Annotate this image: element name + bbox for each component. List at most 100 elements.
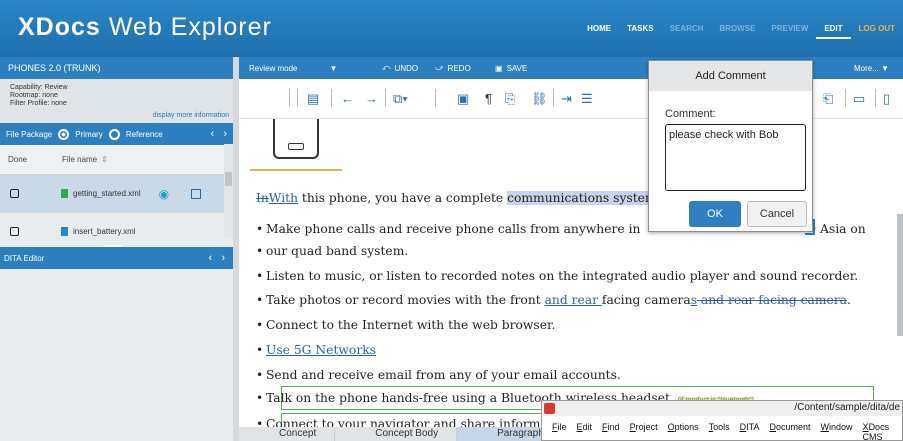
- file-icon: [61, 227, 68, 236]
- scroll-thumb[interactable]: [225, 172, 232, 186]
- intro-paragraph[interactable]: InWith this phone, you have a complete c…: [256, 191, 657, 205]
- map-icon[interactable]: ⎗: [823, 91, 833, 107]
- undo-icon: ⤺: [382, 63, 391, 72]
- arrow-right-icon[interactable]: →: [365, 91, 378, 106]
- json-icon[interactable]: ▭: [853, 91, 865, 107]
- more-info-link[interactable]: display more information: [153, 112, 229, 120]
- open-icon[interactable]: [191, 188, 202, 199]
- done-checkbox[interactable]: [10, 227, 19, 236]
- app-header: XDocs Web Explorer HOME TASKS SEARCH BROW…: [0, 0, 903, 57]
- separator: [297, 89, 298, 107]
- list-item[interactable]: Send and receive email from any of your …: [256, 368, 621, 382]
- document-scrollbar[interactable]: [897, 214, 903, 336]
- breadcrumb-item[interactable]: Concept Body: [335, 427, 458, 441]
- file-name[interactable]: insert_battery.xml: [73, 227, 136, 236]
- done-checkbox[interactable]: [10, 189, 19, 198]
- nav-edit[interactable]: EDIT: [816, 20, 851, 39]
- save-button[interactable]: ▣ SAVE: [495, 64, 527, 73]
- deleted-text[interactable]: In: [256, 191, 269, 205]
- resize-handle[interactable]: [104, 245, 122, 247]
- menu-edit[interactable]: Edit: [577, 422, 593, 441]
- menu-tools[interactable]: Tools: [709, 422, 730, 441]
- link-icon[interactable]: ⛓: [531, 91, 548, 107]
- list-item-end[interactable]: Asia on: [810, 222, 866, 236]
- rootmap-text: Rootmap: none: [10, 92, 58, 99]
- nav-browse[interactable]: BROWSE: [711, 20, 763, 39]
- arrow-left-icon[interactable]: ←: [341, 91, 354, 106]
- file-list-scrollbar[interactable]: [224, 144, 233, 238]
- nav-home[interactable]: HOME: [579, 20, 619, 39]
- menu-bar: File Edit Find Project Options Tools DIT…: [542, 416, 902, 441]
- list-item[interactable]: Use 5G Networks: [256, 343, 376, 357]
- copy-icon[interactable]: ⧉▾: [393, 91, 408, 107]
- sort-icon[interactable]: ⇕: [101, 155, 108, 164]
- dita-editor-bar: DITA Editor ‹ ›: [0, 245, 233, 269]
- inserted-text[interactable]: With: [269, 191, 298, 205]
- file-package-label: File Package: [6, 129, 53, 139]
- menu-find[interactable]: Find: [602, 422, 620, 441]
- file-name[interactable]: getting_started.xml: [73, 189, 141, 198]
- window-path: /Content/sample/dita/de: [794, 402, 900, 413]
- col-filename[interactable]: File name: [62, 155, 97, 164]
- nav-logout[interactable]: LOG OUT: [851, 20, 903, 39]
- oxygen-logo-icon: [544, 403, 555, 414]
- file-row[interactable]: getting_started.xml ◉: [0, 175, 233, 213]
- window-titlebar[interactable]: /Content/sample/dita/de: [542, 401, 902, 416]
- list-icon[interactable]: ☰: [581, 91, 593, 107]
- review-mode-select[interactable]: Review mode ▼: [249, 64, 337, 73]
- undo-button[interactable]: ⤺ UNDO: [382, 63, 418, 73]
- highlighted-comment-text[interactable]: communications system: [507, 191, 657, 205]
- scroll-thumb[interactable]: [897, 214, 903, 336]
- breadcrumb-item[interactable]: Concept: [239, 427, 336, 441]
- breadcrumb: Concept Concept Body Paragraph: [239, 427, 563, 441]
- image-icon[interactable]: ▣: [457, 91, 469, 107]
- phone-icon: [273, 119, 319, 159]
- add-comment-dialog: Add Comment Comment: please check with B…: [648, 60, 813, 232]
- nav-arrows-icon[interactable]: ‹ ›: [209, 252, 226, 264]
- nav-tasks[interactable]: TASKS: [619, 20, 662, 39]
- list-item[interactable]: Connect to the Internet with the web bro…: [256, 318, 555, 332]
- list-item[interactable]: Take photos or record movies with the fr…: [256, 293, 851, 307]
- link-text[interactable]: Use 5G Networks: [266, 343, 376, 357]
- separator: [331, 89, 332, 107]
- comment-icon[interactable]: ▤: [307, 91, 319, 107]
- col-done: Done: [8, 155, 28, 164]
- paragraph-icon[interactable]: ¶: [485, 91, 492, 106]
- menu-file[interactable]: File: [552, 422, 567, 441]
- comment-field[interactable]: please check with Bob: [665, 124, 806, 191]
- insert-icon[interactable]: ⎘: [505, 91, 515, 107]
- list-item-continued[interactable]: our quad band system.: [256, 244, 408, 258]
- dita-editor-label: DITA Editor: [4, 253, 45, 263]
- separator: [289, 89, 290, 107]
- primary-radio[interactable]: [58, 128, 70, 140]
- list-item[interactable]: Make phone calls and receive phone calls…: [256, 222, 640, 236]
- save-icon: ▣: [495, 63, 503, 73]
- nav-search[interactable]: SEARCH: [662, 20, 712, 39]
- menu-xdocs-cms[interactable]: XDocs CMS: [863, 422, 902, 441]
- nav-arrows-icon[interactable]: ‹ ›: [211, 128, 228, 140]
- left-panel: PHONES 2.0 (TRUNK) Capability: Review Ro…: [0, 57, 233, 441]
- separator: [435, 89, 436, 107]
- menu-project[interactable]: Project: [630, 422, 658, 441]
- list-item[interactable]: Listen to music, or listen to recorded n…: [256, 269, 858, 283]
- more-button[interactable]: More... ▼: [854, 64, 889, 73]
- project-title: PHONES 2.0 (TRUNK): [0, 57, 233, 79]
- menu-window[interactable]: Window: [821, 422, 853, 441]
- view-icon[interactable]: ▯: [883, 91, 890, 107]
- cancel-button[interactable]: Cancel: [747, 201, 807, 227]
- menu-dita[interactable]: DITA: [740, 422, 760, 441]
- redo-icon: ⤻: [435, 63, 444, 72]
- file-package-bar: File Package Primary Reference ‹ ›: [0, 123, 233, 145]
- reference-radio[interactable]: [108, 128, 120, 140]
- menu-document[interactable]: Document: [770, 422, 811, 441]
- comment-label: Comment:: [665, 108, 716, 120]
- ok-button[interactable]: OK: [689, 201, 741, 227]
- redo-button[interactable]: ⤻ REDO: [435, 63, 471, 73]
- separator: [385, 89, 386, 107]
- project-meta: Capability: Review Rootmap: none Filter …: [0, 79, 233, 123]
- eye-icon[interactable]: ◉: [159, 187, 169, 201]
- menu-options[interactable]: Options: [668, 422, 699, 441]
- oxygen-window: /Content/sample/dita/de File Edit Find P…: [541, 400, 903, 441]
- indent-icon[interactable]: ⇥: [561, 91, 572, 107]
- nav-preview[interactable]: PREVIEW: [763, 20, 816, 39]
